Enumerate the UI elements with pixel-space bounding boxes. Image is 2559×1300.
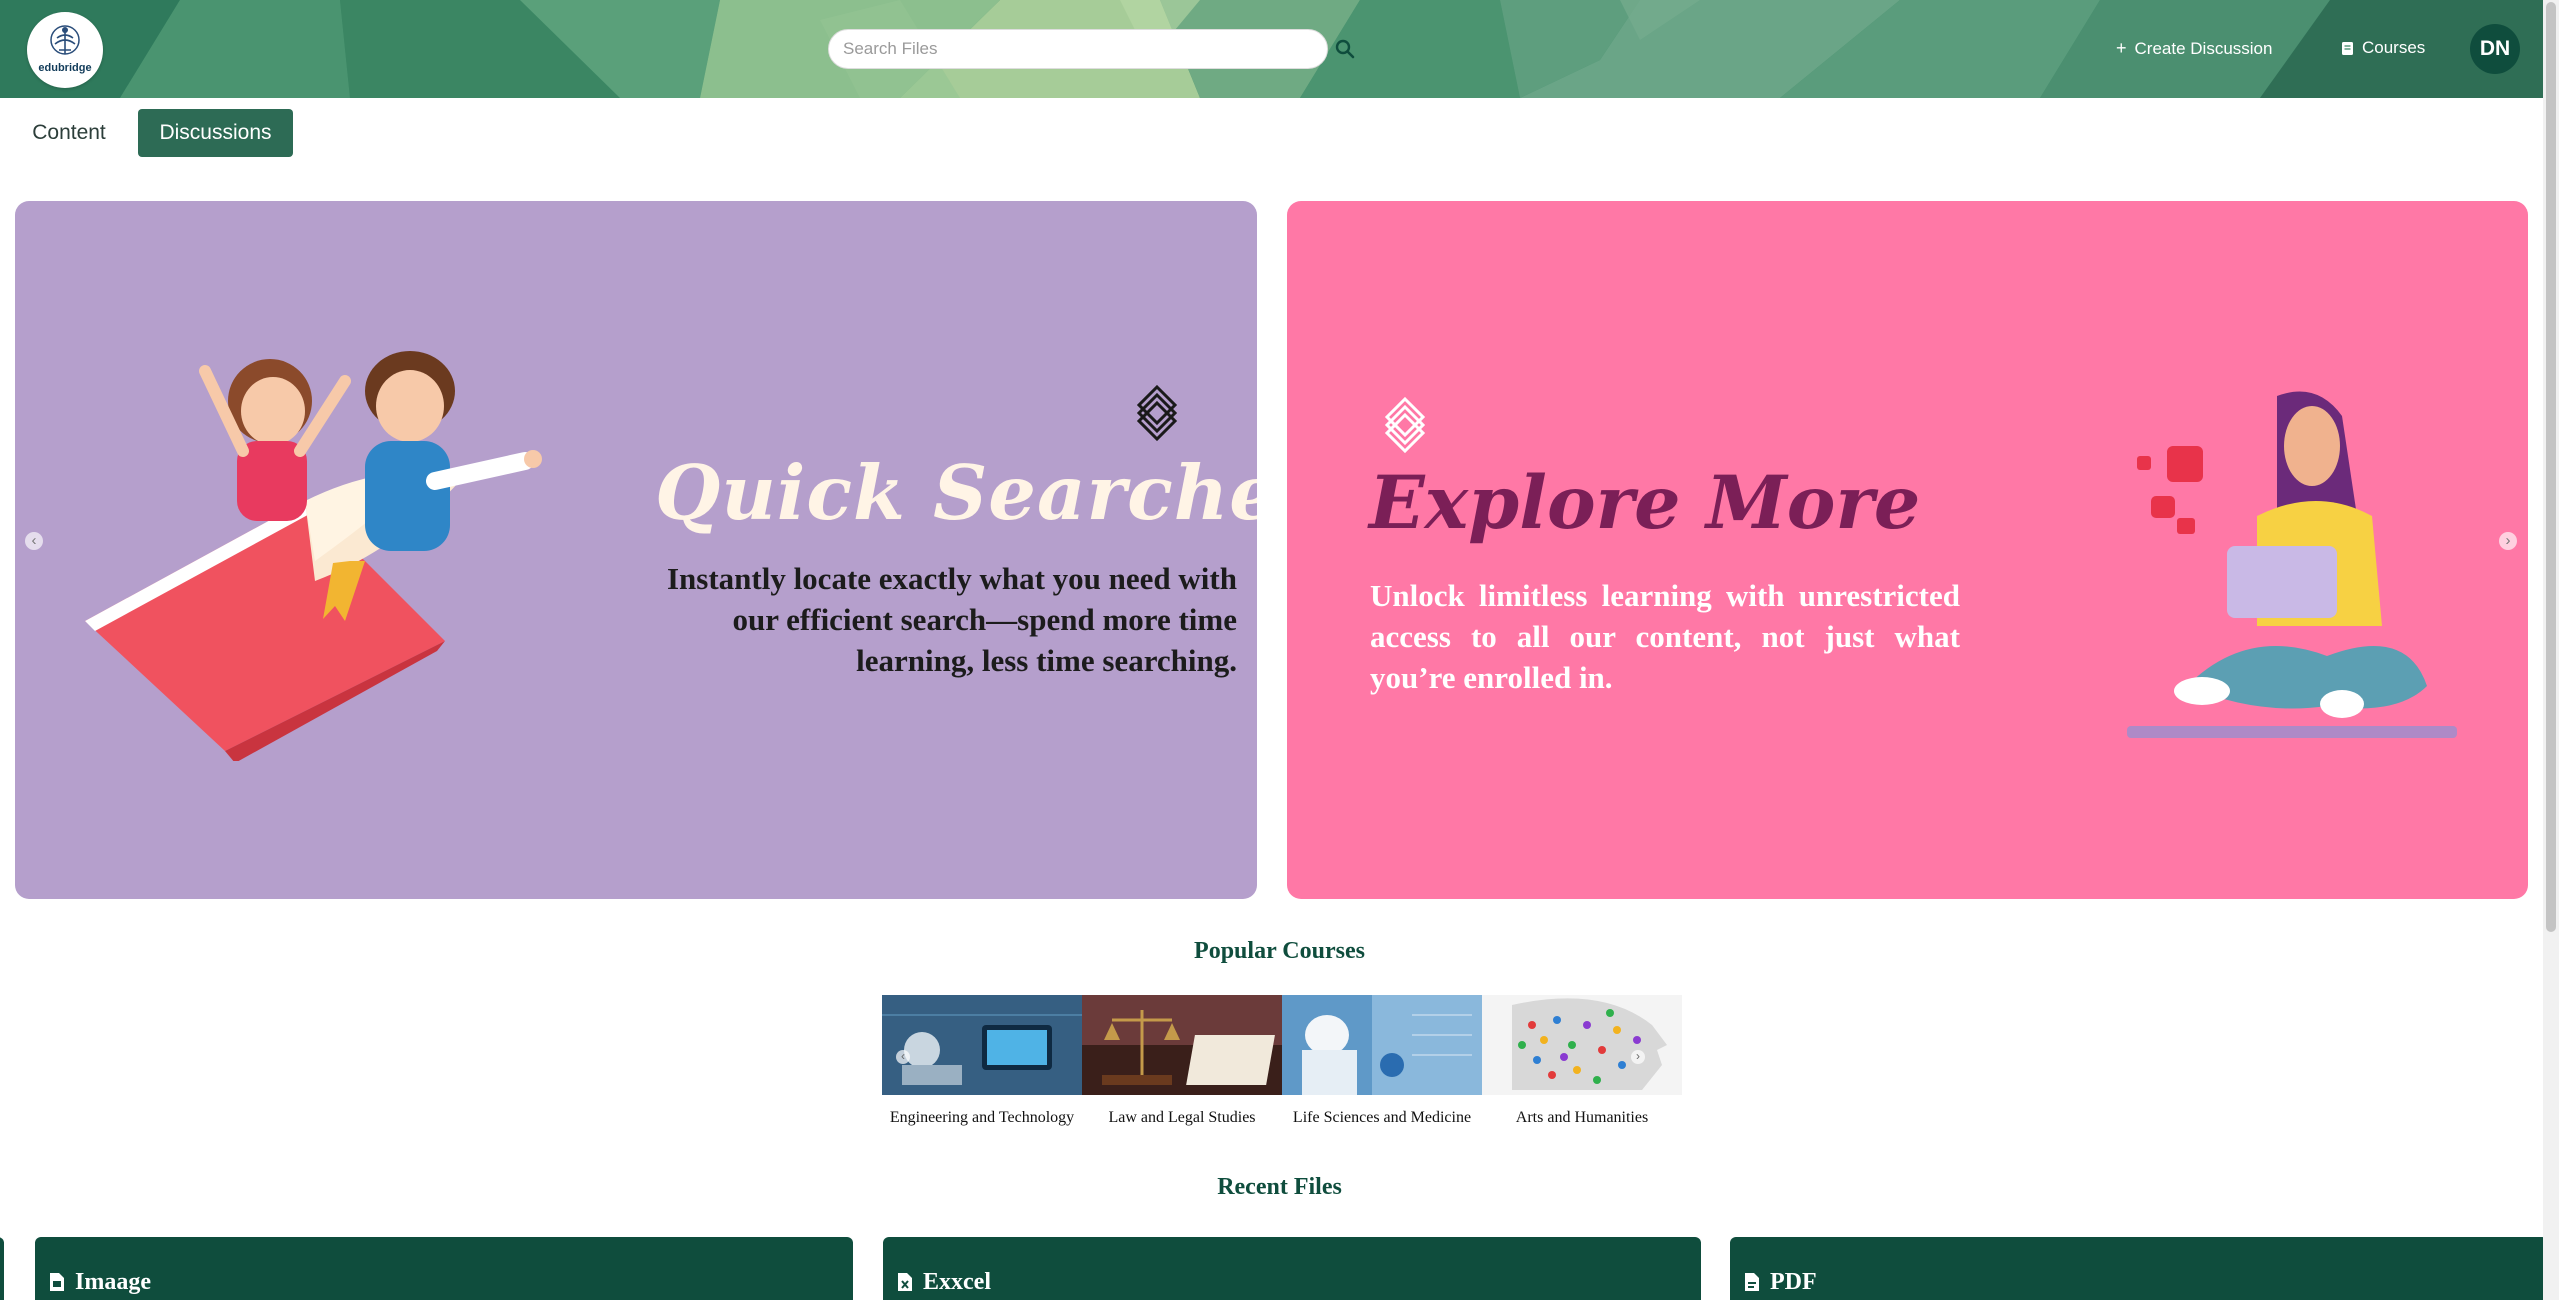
carousel-prev-button[interactable]: ‹ [25,532,43,550]
course-card-life-sciences[interactable]: Life Sciences and Medicine [1282,995,1482,1127]
slide-description: Unlock limitless learning with unrestric… [1370,578,1960,695]
edubridge-logo[interactable]: edubridge [27,12,103,88]
carousel-next-button[interactable]: › [2499,532,2517,550]
create-discussion-link[interactable]: + Create Discussion [2116,38,2272,59]
course-image [1482,995,1682,1095]
courses-link[interactable]: Courses [2341,38,2425,58]
course-card-law[interactable]: Law and Legal Studies [1082,995,1282,1127]
carousel-slide-quick-searches: Quick Searches Instantly locate exactly … [15,201,1257,899]
file-card-partial[interactable] [0,1237,4,1300]
create-discussion-label: Create Discussion [2134,38,2273,58]
excel-file-icon [898,1273,912,1291]
file-name: Imaage [75,1269,151,1295]
file-card-image[interactable]: Imaage [35,1237,853,1300]
carousel-slide-explore-more: Explore More Unlock limitless learning w… [1287,201,2528,899]
tab-discussions[interactable]: Discussions [138,109,293,157]
layers-logo-icon [1385,397,1425,453]
file-card-pdf[interactable]: PDF [1730,1237,2548,1300]
pdf-file-icon [1745,1273,1759,1291]
slide-title: Quick Searches [655,449,1257,537]
file-name: PDF [1770,1269,1817,1295]
course-label: Law and Legal Studies [1108,1109,1256,1126]
page-scrollbar-thumb[interactable] [2546,2,2556,932]
slide-description: Instantly locate exactly what you need w… [666,561,1237,678]
courses-label: Courses [2362,38,2426,57]
plus-icon: + [2116,38,2127,58]
layers-logo-icon [1137,385,1177,441]
course-label: Engineering and Technology [889,1109,1075,1126]
logo-emblem-icon [50,25,80,55]
course-image [1282,995,1482,1095]
logo-text: edubridge [38,62,92,74]
search-input[interactable] [828,29,1328,69]
image-file-icon [50,1273,64,1291]
tab-content[interactable]: Content [18,109,120,157]
course-image [1082,995,1282,1095]
search-icon[interactable] [1334,38,1356,60]
top-header: edubridge + Create Discussion Courses DN [0,0,2543,98]
course-label: Arts and Humanities [1515,1109,1649,1126]
course-card-arts[interactable]: Arts and Humanities [1482,995,1682,1127]
file-card-excel[interactable]: Exxcel [883,1237,1701,1300]
courses-prev-button[interactable]: ‹ [896,1050,910,1064]
recent-files-title: Recent Files [1217,1174,1342,1200]
courses-next-button[interactable]: › [1631,1050,1645,1064]
book-icon [2342,41,2353,55]
popular-courses-title: Popular Courses [1194,938,1365,964]
file-name: Exxcel [923,1269,991,1295]
slide-title: Explore More [1369,460,1921,546]
course-card-engineering[interactable]: Engineering and Technology [882,995,1082,1127]
kids-reading-book-illustration [85,351,542,761]
user-avatar[interactable]: DN [2470,24,2520,74]
girl-with-laptop-illustration [2127,391,2457,738]
course-image [882,995,1082,1095]
course-label: Life Sciences and Medicine [1292,1109,1472,1126]
